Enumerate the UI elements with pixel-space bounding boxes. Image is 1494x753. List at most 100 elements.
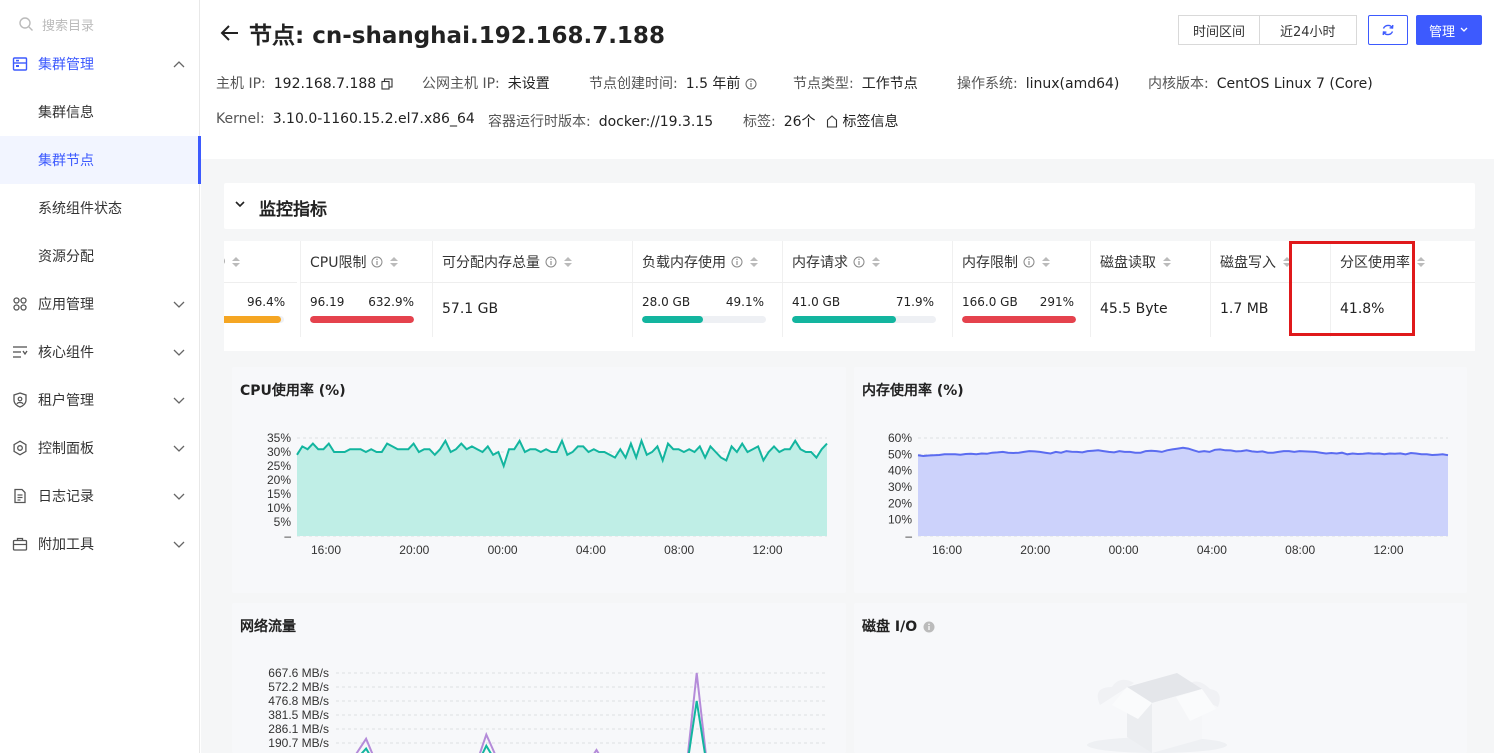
mem-limit-percent: 291% — [1039, 295, 1074, 309]
col-header-label: 磁盘写入 — [1220, 254, 1276, 271]
sort-icon[interactable] — [1041, 255, 1051, 269]
info-icon[interactable] — [853, 256, 865, 268]
nav-tenant-management[interactable]: 租户管理 — [0, 376, 200, 424]
nav-label: 集群管理 — [38, 57, 94, 73]
mem-req-percent: 71.9% — [895, 295, 934, 309]
alloc-mem-value: 57.1 GB — [442, 301, 499, 317]
y-tick-label: 20% — [267, 473, 291, 487]
nav-core-components[interactable]: 核心组件 — [0, 328, 200, 376]
nav-label: 资源分配 — [38, 249, 94, 265]
nav-sub-cluster-info[interactable]: 集群信息 — [0, 88, 200, 136]
series-area — [297, 440, 827, 536]
y-tick-label: 10% — [888, 513, 912, 527]
sort-icon[interactable] — [749, 255, 759, 269]
nav-app-management[interactable]: 应用管理 — [0, 280, 200, 328]
nav-sub-cluster-nodes[interactable]: 集群节点 — [0, 136, 201, 184]
info-icon[interactable] — [371, 256, 383, 268]
nav-cluster-management[interactable]: 集群管理 — [0, 40, 200, 88]
nav-sub-resource-allocation[interactable]: 资源分配 — [0, 232, 200, 280]
labels-info-link[interactable]: 标签信息 — [826, 114, 899, 130]
col-header[interactable]: CPU限制 — [300, 241, 432, 283]
col-header-label: 内存限制 — [962, 254, 1018, 271]
nav-label: 应用管理 — [38, 297, 94, 313]
nav-addon-tools[interactable]: 附加工具 — [0, 520, 200, 568]
copy-icon[interactable] — [381, 78, 393, 90]
y-tick-label: 20% — [888, 496, 912, 510]
sort-icon[interactable] — [1416, 255, 1426, 269]
y-tick-label: 381.5 MB/s — [268, 708, 329, 722]
search-placeholder: 搜索目录 — [42, 18, 95, 34]
disk-io-title: 磁盘 I/O — [862, 619, 918, 635]
meta-value: CentOS Linux 7 (Core) — [1216, 76, 1373, 92]
mem-req-bar-fill — [792, 316, 896, 323]
chevron-down-icon — [173, 397, 185, 404]
y-tick-label: 40% — [888, 464, 912, 478]
x-tick-label: 20:00 — [399, 543, 429, 557]
chevron-up-icon — [173, 61, 185, 68]
nav-sub-component-status[interactable]: 系统组件状态 — [0, 184, 200, 232]
meta-label: 公网主机 IP: — [422, 76, 500, 92]
col-header[interactable]: 内存请求 — [782, 241, 952, 283]
sidebar-search[interactable]: 搜索目录 — [18, 12, 94, 36]
col-header[interactable]: 负载内存使用 — [632, 241, 782, 283]
y-tick-label: – — [905, 529, 912, 543]
col-header[interactable]: 磁盘读取 — [1090, 241, 1210, 283]
refresh-button[interactable] — [1368, 15, 1408, 45]
nav-logs[interactable]: 日志记录 — [0, 472, 200, 520]
meta-kernel-version: 内核版本: CentOS Linux 7 (Core) — [1148, 73, 1373, 93]
meta-value: 192.168.7.188 — [273, 76, 377, 92]
mem-req-value: 41.0 GB — [792, 295, 841, 309]
sort-icon[interactable] — [1162, 255, 1172, 269]
meta-label: 内核版本: — [1148, 76, 1209, 92]
meta-created-time: 节点创建时间: 1.5 年前 — [589, 73, 757, 93]
cpu-limit-percent: 632.9% — [368, 295, 414, 309]
memory-usage-chart: 60% 50% 40% 30% 20% 10% – 16:00 20:00 00:00 04:00 0… — [888, 431, 1449, 557]
y-tick-label: 25% — [267, 459, 291, 473]
manage-label: 管理 — [1428, 24, 1455, 40]
cpu-limit-bar-fill — [310, 316, 414, 323]
sort-icon[interactable] — [871, 255, 881, 269]
time-range-dropdown[interactable]: 近24小时 — [1260, 15, 1357, 45]
col-header[interactable]: 内存限制 — [952, 241, 1090, 283]
manage-button[interactable]: 管理 — [1416, 15, 1482, 45]
col-header-label: 磁盘读取 — [1100, 254, 1156, 271]
col-load-mem: 负载内存使用 28.0 GB 49.1% — [632, 241, 782, 337]
info-icon[interactable] — [731, 256, 743, 268]
col-header-label: CPU限制 — [310, 254, 367, 271]
info-icon[interactable] — [745, 78, 757, 90]
info-icon[interactable] — [545, 256, 557, 268]
chevron-down-icon — [173, 493, 185, 500]
nav-label: 集群信息 — [38, 105, 94, 121]
search-icon — [19, 17, 33, 31]
x-tick-label: 04:00 — [1197, 543, 1227, 557]
meta-kernel: Kernel: 3.10.0-1160.15.2.el7.x86_64 — [216, 111, 475, 127]
col-body: 45.5 Byte — [1090, 284, 1210, 337]
col-header[interactable]: D — [224, 241, 297, 283]
col-header[interactable]: 可分配内存总量 — [432, 241, 632, 283]
sort-icon — [232, 256, 241, 267]
col-header-label: D — [224, 255, 225, 268]
nav-label: 租户管理 — [38, 393, 94, 409]
nav-control-panel[interactable]: 控制面板 — [0, 424, 200, 472]
col-disk-read: 磁盘读取 45.5 Byte — [1090, 241, 1210, 337]
network-traffic-panel: 网络流量 667.6 MB/s 572.2 MB/s 476.8 MB/s 381.5… — [232, 603, 846, 753]
sort-icon[interactable] — [563, 255, 573, 269]
mem-limit-bar — [962, 316, 1076, 323]
sort-icon[interactable] — [389, 255, 399, 269]
apps-icon — [13, 297, 27, 311]
info-icon[interactable] — [923, 621, 935, 633]
meta-value: 工作节点 — [861, 76, 918, 92]
info-icon[interactable] — [1023, 256, 1035, 268]
cpu-usage-bar-fill — [224, 316, 282, 323]
x-tick-label: 04:00 — [576, 543, 606, 557]
monitor-section-header[interactable]: 监控指标 — [224, 183, 1475, 229]
mem-limit-bar-fill — [962, 316, 1076, 323]
meta-public-ip: 公网主机 IP: 未设置 — [422, 73, 550, 93]
empty-box-icon — [1087, 673, 1227, 753]
monitor-title: 监控指标 — [259, 200, 327, 220]
chevron-down-icon — [235, 201, 245, 208]
x-tick-label: 00:00 — [1109, 543, 1139, 557]
back-arrow-icon[interactable] — [219, 22, 241, 44]
col-mem-limit: 内存限制 166.0 GB 291% — [952, 241, 1090, 337]
chevron-down-icon — [173, 541, 185, 548]
